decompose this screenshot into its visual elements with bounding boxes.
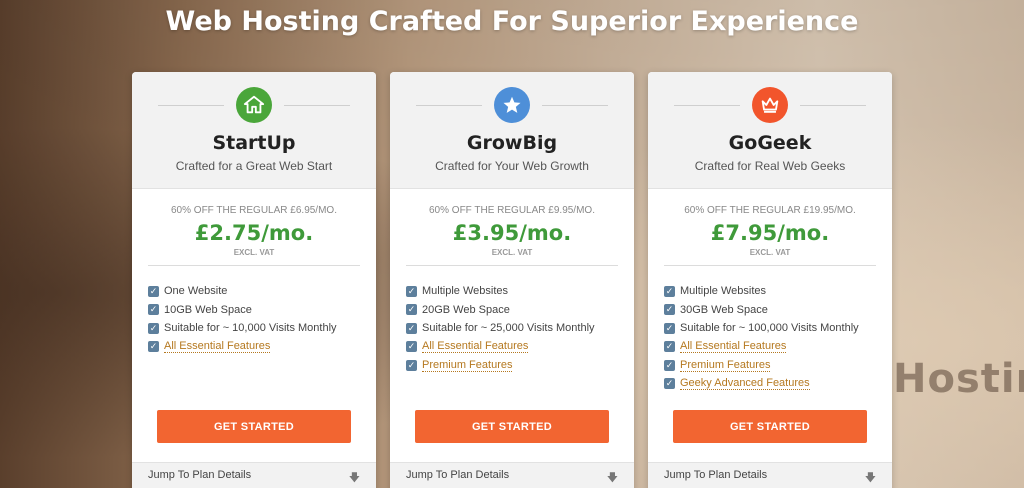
vat-note: EXCL. VAT <box>749 248 791 257</box>
plan-header: StartUp Crafted for a Great Web Start <box>132 72 376 189</box>
feature-item: ✓ Suitable for ~ 100,000 Visits Monthly <box>664 322 859 335</box>
plan-card-gogeek: GoGeek Crafted for Real Web Geeks 60% OF… <box>648 72 892 488</box>
plan-subtitle: Crafted for a Great Web Start <box>175 159 333 173</box>
feature-item: ✓ Multiple Websites <box>664 285 766 298</box>
jump-label: Jump To Plan Details <box>148 469 252 481</box>
feature-item: ✓ All Essential Features <box>148 338 376 357</box>
plan-price: £7.95/mo. <box>710 221 830 245</box>
star-icon <box>494 87 530 123</box>
checkbox-icon: ✓ <box>148 322 159 334</box>
regular-price-note: 60% OFF THE REGULAR £19.95/MO. <box>684 205 856 216</box>
jump-to-plan-details-link[interactable]: Jump To Plan Details 🡇 <box>648 462 892 488</box>
feature-link[interactable]: Premium Features <box>680 359 771 372</box>
plan-card-startup: StartUp Crafted for a Great Web Start 60… <box>132 72 376 488</box>
header-divider <box>284 105 350 106</box>
checkbox-icon: ✓ <box>406 341 417 353</box>
jump-label: Jump To Plan Details <box>664 469 768 481</box>
checkbox-icon: ✓ <box>664 359 675 371</box>
feature-item: ✓ 30GB Web Space <box>664 303 768 316</box>
feature-item: ✓ Suitable for ~ 25,000 Visits Monthly <box>406 322 595 335</box>
feature-link[interactable]: All Essential Features <box>422 340 529 354</box>
feature-link[interactable]: Geeky Advanced Features <box>680 377 810 391</box>
feature-item: ✓ Geeky Advanced Features <box>664 375 892 394</box>
feature-list: ✓ Multiple Websites ✓ 20GB Web Space ✓ Suit… <box>390 282 634 388</box>
checkbox-icon: ✓ <box>406 285 417 297</box>
checkbox-icon: ✓ <box>148 285 159 297</box>
feature-list: ✓ One Website ✓ 10GB Web Space ✓ Suitable f… <box>132 282 376 388</box>
header-divider <box>800 105 866 106</box>
feature-link[interactable]: All Essential Features <box>680 340 787 354</box>
checkbox-icon: ✓ <box>406 322 417 334</box>
plan-price: £3.95/mo. <box>452 221 572 245</box>
jump-to-plan-details-link[interactable]: Jump To Plan Details 🡇 <box>132 462 376 488</box>
page-title: Web Hosting Crafted For Superior Experie… <box>165 6 859 37</box>
feature-item: ✓ 20GB Web Space <box>406 303 510 316</box>
plan-header: GoGeek Crafted for Real Web Geeks <box>648 72 892 189</box>
feature-list: ✓ Multiple Websites ✓ 30GB Web Space ✓ Suit… <box>648 282 892 391</box>
checkbox-icon: ✓ <box>664 341 675 353</box>
get-started-button[interactable]: GET STARTED <box>415 410 609 443</box>
checkbox-icon: ✓ <box>148 341 159 353</box>
plan-subtitle: Crafted for Your Web Growth <box>435 159 589 173</box>
checkbox-icon: ✓ <box>406 304 417 316</box>
feature-link[interactable]: All Essential Features <box>164 340 271 354</box>
feature-item: ✓ 10GB Web Space <box>148 303 252 316</box>
feature-item: ✓ Premium Features <box>664 356 892 375</box>
plan-name: GoGeek <box>728 132 812 154</box>
feature-item: ✓ Suitable for ~ 10,000 Visits Monthly <box>148 322 337 335</box>
feature-item: ✓ One Website <box>148 285 228 298</box>
checkbox-icon: ✓ <box>664 304 675 316</box>
get-started-button[interactable]: GET STARTED <box>157 410 351 443</box>
header-divider <box>674 105 740 106</box>
checkbox-icon: ✓ <box>406 359 417 371</box>
plan-subtitle: Crafted for Real Web Geeks <box>694 159 846 173</box>
checkbox-icon: ✓ <box>664 285 675 297</box>
house-icon <box>236 87 272 123</box>
jump-to-plan-details-link[interactable]: Jump To Plan Details 🡇 <box>390 462 634 488</box>
feature-item: ✓ Multiple Websites <box>406 285 508 298</box>
arrow-down-icon: 🡇 <box>606 472 618 484</box>
feature-link[interactable]: Premium Features <box>422 359 513 372</box>
divider <box>664 265 876 266</box>
header-divider <box>158 105 224 106</box>
crown-icon <box>752 87 788 123</box>
divider <box>406 265 618 266</box>
jump-label: Jump To Plan Details <box>406 469 510 481</box>
plan-name: GrowBig <box>466 132 558 154</box>
regular-price-note: 60% OFF THE REGULAR £6.95/MO. <box>171 205 337 216</box>
header-divider <box>542 105 608 106</box>
arrow-down-icon: 🡇 <box>348 472 360 484</box>
vat-note: EXCL. VAT <box>491 248 533 257</box>
header-divider <box>416 105 482 106</box>
divider <box>148 265 360 266</box>
feature-item: ✓ Premium Features <box>406 356 634 375</box>
arrow-down-icon: 🡇 <box>864 472 876 484</box>
plan-header: GrowBig Crafted for Your Web Growth <box>390 72 634 189</box>
regular-price-note: 60% OFF THE REGULAR £9.95/MO. <box>429 205 595 216</box>
plan-name: StartUp <box>212 132 296 154</box>
feature-item: ✓ All Essential Features <box>406 338 634 357</box>
vat-note: EXCL. VAT <box>233 248 275 257</box>
background-stamp-text: Hostin <box>893 356 1024 402</box>
plan-price: £2.75/mo. <box>194 221 314 245</box>
feature-item: ✓ All Essential Features <box>664 338 892 357</box>
checkbox-icon: ✓ <box>664 378 675 390</box>
checkbox-icon: ✓ <box>148 304 159 316</box>
checkbox-icon: ✓ <box>664 322 675 334</box>
plan-card-growbig: GrowBig Crafted for Your Web Growth 60% … <box>390 72 634 488</box>
get-started-button[interactable]: GET STARTED <box>673 410 867 443</box>
